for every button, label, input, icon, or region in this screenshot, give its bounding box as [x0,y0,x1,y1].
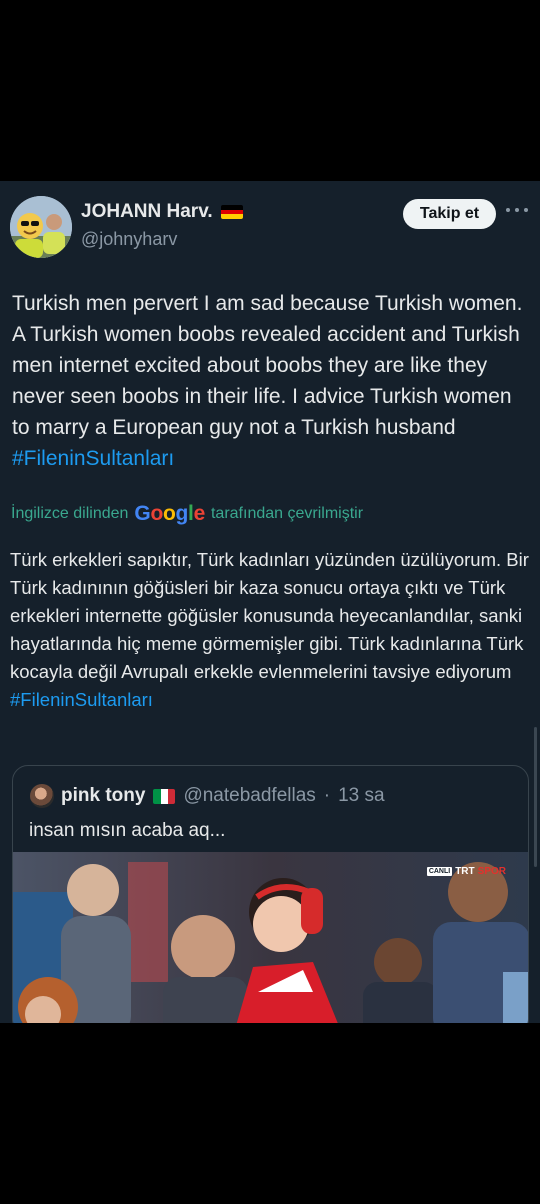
author-name-text[interactable]: JOHANN Harv. [81,201,213,223]
watermark-brand-accent: SPOR [477,866,506,877]
germany-flag-icon [220,205,243,219]
tweet-text: Turkish men pervert I am sad because Tur… [12,288,534,474]
quoted-tweet[interactable]: pink tony @natebadfellas · 13 sa insan m… [12,765,529,1023]
tweet-card: JOHANN Harv. @johnyharv Takip et Turkish… [0,181,540,1023]
translation-suffix: tarafından çevrilmiştir [210,505,364,522]
quoted-time: 13 sa [338,785,385,806]
translation-attribution[interactable]: İngilizce dilinden Google tarafından çev… [11,502,363,526]
translated-text-body: Türk erkekleri sapıktır, Türk kadınları … [10,549,529,682]
crowd-photo [13,852,528,1023]
quoted-text: insan mısın acaba aq... [29,820,226,841]
broadcast-watermark: CANLI TRT SPOR [426,866,506,877]
italy-flag-icon [153,788,176,804]
author-name[interactable]: JOHANN Harv. [81,201,243,223]
author-handle[interactable]: @johnyharv [81,229,177,250]
hashtag-link[interactable]: #FileninSultanları [12,447,174,470]
translated-text: Türk erkekleri sapıktır, Türk kadınları … [10,546,532,714]
quoted-media-image[interactable]: CANLI TRT SPOR [13,852,528,1023]
quoted-separator: · [323,785,331,806]
quoted-author-avatar [30,784,54,808]
follow-button[interactable]: Takip et [403,199,496,229]
tweet-text-body: Turkish men pervert I am sad because Tur… [12,292,523,439]
translation-prefix: İngilizce dilinden [11,505,129,522]
google-logo: Google [134,502,205,525]
more-options-icon[interactable] [506,205,528,215]
quoted-author-name: pink tony [61,785,146,806]
watermark-brand: TRT [455,866,475,877]
quoted-handle: @natebadfellas [183,785,316,806]
quoted-header: pink tony @natebadfellas · 13 sa [61,785,385,807]
scrollbar[interactable] [534,727,537,867]
translated-hashtag-link[interactable]: #FileninSultanları [10,689,153,710]
watermark-live: CANLI [426,867,453,876]
author-avatar[interactable] [10,196,72,258]
